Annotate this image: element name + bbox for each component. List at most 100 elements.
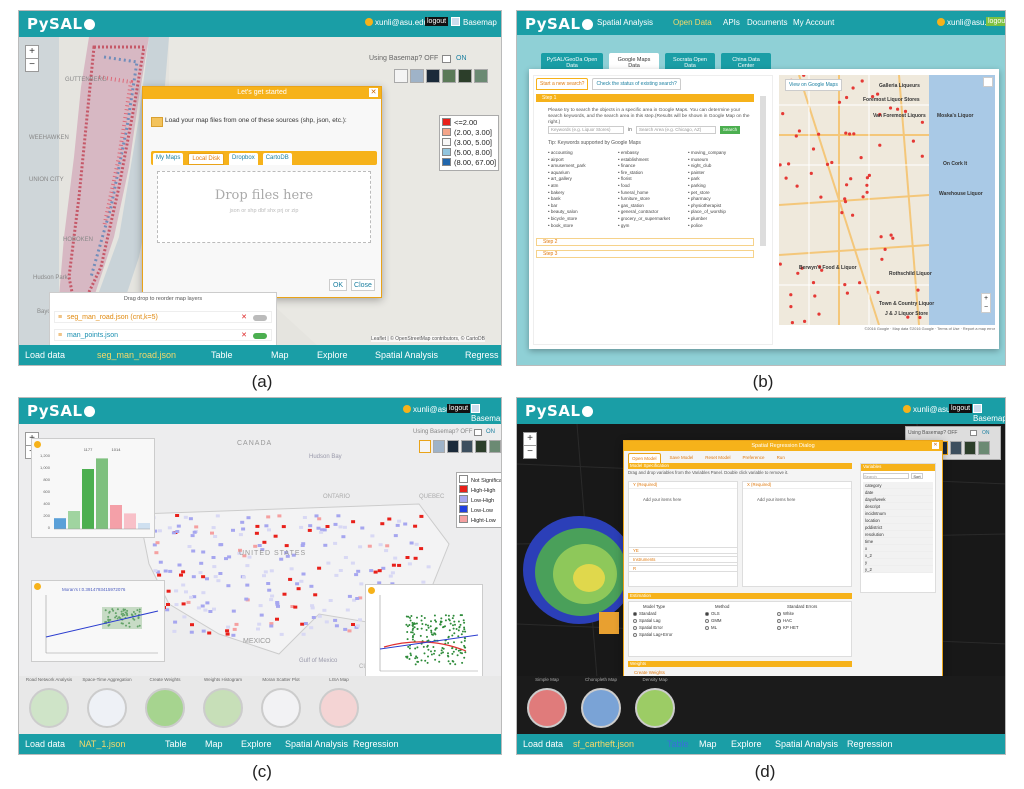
county-cell[interactable] <box>266 582 271 585</box>
county-cell[interactable] <box>196 606 201 610</box>
county-cell[interactable] <box>269 569 274 573</box>
r-dropzone[interactable]: R <box>628 565 738 572</box>
store-marker[interactable] <box>809 171 813 175</box>
county-cell[interactable] <box>183 515 188 519</box>
county-cell[interactable] <box>215 514 220 518</box>
county-cell[interactable] <box>347 629 352 633</box>
close-icon[interactable]: ✕ <box>932 442 939 449</box>
basemap-thumb[interactable] <box>426 69 440 83</box>
county-cell[interactable] <box>205 601 210 605</box>
county-cell[interactable] <box>381 566 386 570</box>
store-marker[interactable] <box>840 211 844 215</box>
basemap-thumb[interactable] <box>442 69 456 83</box>
basemap-button[interactable]: Basemap <box>973 404 1005 423</box>
county-cell[interactable] <box>403 522 408 526</box>
county-cell[interactable] <box>299 525 304 529</box>
drop-zone[interactable]: Drop files here json or shp dbf shx prj … <box>157 171 371 243</box>
county-cell[interactable] <box>157 573 162 577</box>
store-marker[interactable] <box>817 132 821 136</box>
county-cell[interactable] <box>270 594 275 598</box>
store-marker[interactable] <box>859 156 863 160</box>
county-cell[interactable] <box>342 525 347 529</box>
county-cell[interactable] <box>257 622 262 626</box>
pegman-icon[interactable] <box>983 77 993 87</box>
county-cell[interactable] <box>385 544 390 548</box>
county-cell[interactable] <box>269 598 274 602</box>
county-cell[interactable] <box>326 561 331 565</box>
store-marker[interactable] <box>802 75 806 77</box>
county-cell[interactable] <box>188 517 193 521</box>
county-cell[interactable] <box>153 569 158 573</box>
county-cell[interactable] <box>257 544 262 547</box>
explore-button[interactable]: Explore <box>241 739 272 749</box>
tab-new-search[interactable]: Start a new search? <box>536 78 589 90</box>
county-cell[interactable] <box>166 603 170 606</box>
county-cell[interactable] <box>358 545 363 549</box>
nav-spatial-analysis[interactable]: Spatial Analysis <box>597 18 653 27</box>
county-cell[interactable] <box>282 592 287 596</box>
estimation-option[interactable]: HAC <box>777 617 798 624</box>
county-cell[interactable] <box>177 563 182 567</box>
county-cell[interactable] <box>409 541 414 545</box>
county-cell[interactable] <box>301 632 306 636</box>
drag-handle-icon[interactable]: ≡ <box>58 330 62 341</box>
store-marker[interactable] <box>784 176 788 180</box>
county-cell[interactable] <box>187 545 192 548</box>
county-cell[interactable] <box>378 543 383 547</box>
county-cell[interactable] <box>311 616 316 619</box>
county-cell[interactable] <box>299 579 304 583</box>
county-cell[interactable] <box>407 562 412 566</box>
county-cell[interactable] <box>397 519 402 523</box>
store-marker[interactable] <box>813 294 817 298</box>
road-network-thumb[interactable] <box>29 688 69 728</box>
county-cell[interactable] <box>275 617 279 621</box>
radio-button[interactable] <box>705 626 709 630</box>
user-email[interactable]: xunli@asu.edu <box>365 18 428 27</box>
county-cell[interactable] <box>218 572 223 575</box>
county-cell[interactable] <box>288 577 293 581</box>
store-marker[interactable] <box>803 319 807 323</box>
county-cell[interactable] <box>279 557 284 561</box>
county-cell[interactable] <box>255 524 260 528</box>
county-cell[interactable] <box>309 626 314 630</box>
county-cell[interactable] <box>267 588 272 592</box>
county-cell[interactable] <box>303 622 308 625</box>
county-cell[interactable] <box>231 609 236 613</box>
basemap-thumb[interactable] <box>447 440 459 453</box>
county-cell[interactable] <box>325 525 330 528</box>
store-marker[interactable] <box>858 281 862 285</box>
county-cell[interactable] <box>205 577 209 581</box>
radio-button[interactable] <box>777 612 781 616</box>
county-cell[interactable] <box>373 570 378 574</box>
county-cell[interactable] <box>334 624 339 628</box>
ok-button[interactable]: OK <box>329 279 347 291</box>
county-cell[interactable] <box>225 632 230 636</box>
county-cell[interactable] <box>181 602 186 606</box>
county-cell[interactable] <box>323 543 328 547</box>
weights-histogram-panel[interactable]: 1,200 1,000 800 600 400 200 0 1177 1014 <box>31 438 155 538</box>
tab-check-status[interactable]: Check the status of existing search? <box>592 78 681 90</box>
county-cell[interactable] <box>199 561 204 565</box>
county-cell[interactable] <box>174 589 179 593</box>
dataset-tab[interactable]: seg_man_road.json <box>97 350 176 360</box>
county-cell[interactable] <box>189 630 194 634</box>
logout-button[interactable]: logout <box>949 404 973 413</box>
store-marker[interactable] <box>911 139 915 143</box>
county-cell[interactable] <box>172 629 177 633</box>
tab-cartodb[interactable]: CartoDB <box>262 153 292 165</box>
county-cell[interactable] <box>397 563 402 567</box>
histogram-bar[interactable] <box>54 518 66 529</box>
variable-item[interactable]: incidntnum <box>863 510 933 517</box>
lisa-map-thumb[interactable] <box>319 688 359 728</box>
radio-button[interactable] <box>633 633 637 637</box>
zoom-in-button[interactable]: + <box>26 46 38 58</box>
county-cell[interactable] <box>276 604 280 608</box>
store-marker[interactable] <box>916 288 920 292</box>
county-cell[interactable] <box>391 563 396 567</box>
county-cell[interactable] <box>308 524 313 528</box>
variable-item[interactable]: time <box>863 538 933 545</box>
county-cell[interactable] <box>232 627 237 631</box>
county-cell[interactable] <box>167 526 172 530</box>
store-marker[interactable] <box>888 106 893 110</box>
histogram-bar[interactable] <box>82 469 94 529</box>
